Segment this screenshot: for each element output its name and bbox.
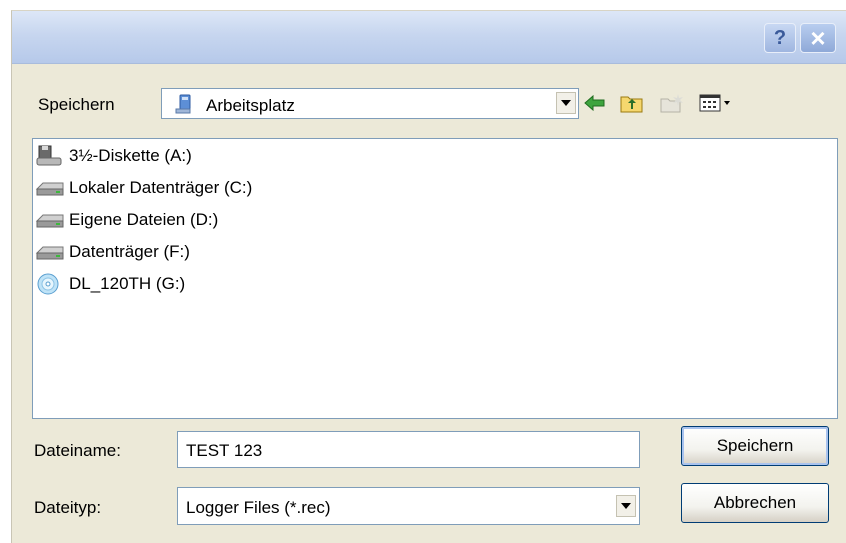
file-name: Eigene Dateien (D:) [69,210,219,229]
computer-icon [174,93,196,120]
save-button[interactable]: Speichern [681,426,829,466]
view-menu-button[interactable] [696,91,736,115]
location-dropdown-button[interactable] [556,92,576,114]
save-in-label: Speichern [38,95,115,114]
close-button[interactable]: × [800,23,836,53]
filetype-select[interactable]: Logger Files (*.rec) [177,487,640,525]
filename-field[interactable]: TEST 123 [177,431,640,468]
list-item[interactable]: 3½-Diskette (A:) [35,143,192,169]
filetype-dropdown-button[interactable] [616,495,636,517]
up-folder-icon [620,96,643,113]
filetype-value: Logger Files (*.rec) [186,498,331,517]
file-name: Lokaler Datenträger (C:) [69,178,253,197]
view-menu-icon [699,94,730,112]
list-item[interactable]: Datenträger (F:) [35,239,190,265]
help-button[interactable]: ? [764,23,796,53]
file-name: DL_120TH (G:) [69,274,186,293]
location-select[interactable]: Arbeitsplatz [161,88,579,119]
chevron-down-icon [561,100,571,106]
file-name: 3½-Diskette (A:) [69,146,192,165]
list-item[interactable]: DL_120TH (G:) [35,271,185,297]
back-arrow-icon [584,95,605,111]
save-button-label: Speichern [716,436,794,455]
up-folder-button[interactable] [619,91,645,115]
close-icon: × [810,23,826,53]
cancel-button[interactable]: Abbrechen [681,483,829,523]
list-item[interactable]: Eigene Dateien (D:) [35,207,218,233]
filename-label: Dateiname: [34,441,121,460]
cancel-button-label: Abbrechen [713,493,797,512]
filename-value: TEST 123 [186,441,263,460]
list-item[interactable]: Lokaler Datenträger (C:) [35,175,252,201]
filetype-label: Dateityp: [34,498,102,517]
hard-drive-icon [35,241,67,263]
back-button[interactable] [582,91,608,115]
title-bar: ? × [12,11,846,64]
hard-drive-icon [35,177,67,199]
save-dialog: ? × Speichern Arbeitsplatz 3½-Diskette (… [11,10,846,543]
hard-drive-icon [35,209,67,231]
file-list[interactable]: 3½-Diskette (A:) Lokaler Datenträger (C:… [32,138,838,419]
help-icon: ? [773,26,787,49]
new-folder-button[interactable] [659,91,685,115]
file-name: Datenträger (F:) [69,242,190,261]
chevron-down-icon [621,503,631,509]
location-value: Arbeitsplatz [206,96,295,115]
floppy-drive-icon [35,145,67,167]
cd-drive-icon [35,273,67,295]
new-folder-icon [660,94,683,113]
